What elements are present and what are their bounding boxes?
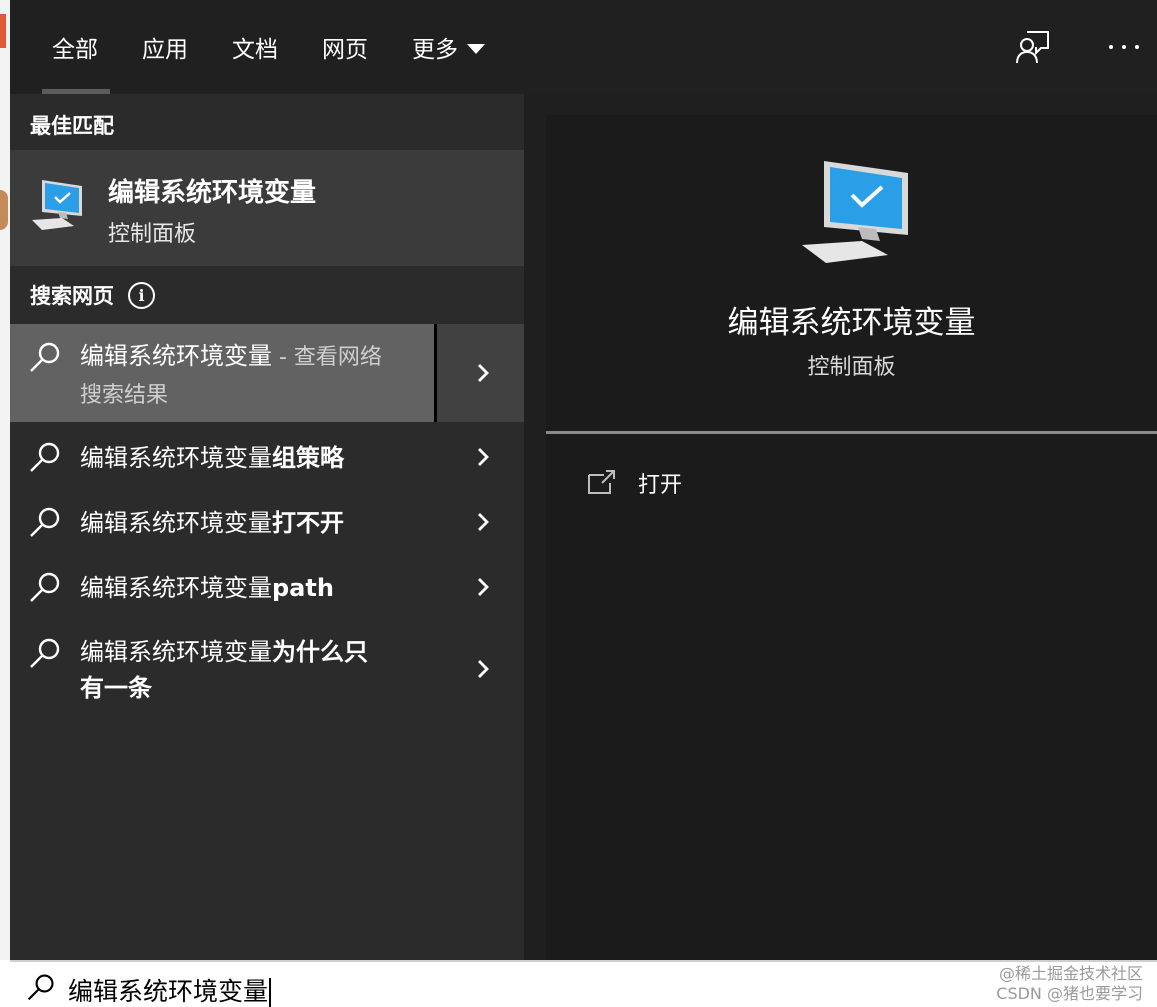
- tab-web[interactable]: 网页: [300, 0, 390, 94]
- web-result-item[interactable]: 编辑系统环境变量 - 查看网络 搜索结果: [10, 324, 524, 422]
- chevron-right-icon: [478, 578, 489, 596]
- best-match-header: 最佳匹配: [30, 114, 114, 138]
- best-match-title: 编辑系统环境变量: [108, 178, 317, 208]
- more-options-icon[interactable]: [1109, 32, 1139, 62]
- feedback-icon[interactable]: [1015, 29, 1051, 65]
- search-icon: [30, 572, 60, 602]
- open-external-icon: [588, 470, 615, 494]
- preview-subtitle: 控制面板: [807, 355, 896, 380]
- chevron-right-icon: [478, 364, 489, 382]
- web-search-header: 搜索网页 i: [30, 280, 155, 310]
- scope-tabs: 全部 应用 文档 网页 更多: [30, 0, 507, 94]
- chevron-right-icon: [478, 448, 489, 466]
- tab-more[interactable]: 更多: [390, 0, 507, 94]
- best-match-subtitle: 控制面板: [108, 222, 197, 247]
- chevron-down-icon: [467, 43, 485, 54]
- chevron-right-icon: [478, 513, 489, 531]
- search-icon: [30, 342, 60, 372]
- search-scope-bar: 全部 应用 文档 网页 更多: [10, 0, 1157, 94]
- search-icon: [27, 974, 54, 1001]
- search-box[interactable]: 编辑系统环境变量 @稀土掘金技术社区 CSDN @猪也要学习: [10, 960, 1157, 1007]
- search-icon: [30, 442, 60, 472]
- tab-apps[interactable]: 应用: [120, 0, 210, 94]
- open-action-label: 打开: [638, 473, 683, 498]
- preview-panel: 编辑系统环境变量 控制面板 打开: [524, 94, 1157, 960]
- control-panel-monitor-icon: [32, 180, 82, 230]
- info-icon[interactable]: i: [128, 281, 155, 309]
- watermark: @稀土掘金技术社区 CSDN @猪也要学习: [996, 964, 1143, 1003]
- search-icon: [30, 638, 60, 668]
- background-avatar: [0, 190, 8, 230]
- preview-title: 编辑系统环境变量: [727, 305, 976, 341]
- web-result-item[interactable]: 编辑系统环境变量打不开: [10, 491, 524, 555]
- preview-card: 编辑系统环境变量 控制面板 打开: [546, 115, 1157, 960]
- background-window-strip: [0, 0, 10, 960]
- web-result-item[interactable]: 编辑系统环境变量为什么只 有一条: [10, 622, 524, 710]
- search-icon: [30, 507, 60, 537]
- results-panel: 最佳匹配 编辑系统环境变量 控制面板 搜索网页 i 编辑系统环境变量 - 查看网…: [10, 94, 524, 960]
- text-cursor: [269, 978, 272, 1007]
- tab-documents[interactable]: 文档: [210, 0, 300, 94]
- tab-all[interactable]: 全部: [30, 0, 120, 94]
- control-panel-monitor-icon: [802, 161, 908, 263]
- web-result-item[interactable]: 编辑系统环境变量组策略: [10, 426, 524, 490]
- web-result-item[interactable]: 编辑系统环境变量path: [10, 556, 524, 620]
- chevron-right-icon: [478, 660, 489, 678]
- best-match-item[interactable]: 编辑系统环境变量 控制面板: [10, 150, 524, 266]
- search-input[interactable]: 编辑系统环境变量: [68, 972, 272, 1007]
- open-action[interactable]: 打开: [586, 467, 682, 499]
- preview-separator: [546, 431, 1157, 434]
- background-app-icon: [0, 14, 6, 48]
